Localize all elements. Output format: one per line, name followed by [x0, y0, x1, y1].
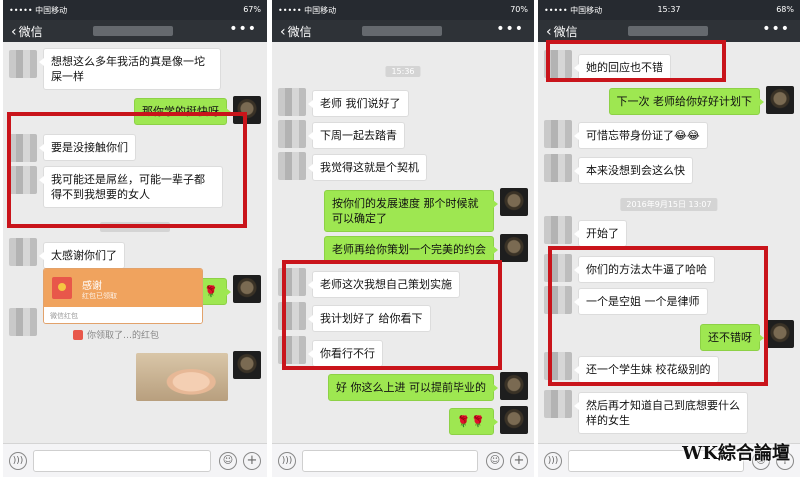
avatar[interactable] [9, 308, 37, 336]
more-button[interactable]: ••• [229, 21, 257, 37]
nav-bar: ‹ 微信 ••• [3, 20, 267, 42]
status-bar: ••••• 中国移动 15:37 68% [538, 0, 800, 20]
input-bar: ))) ☺ + [3, 443, 267, 477]
highlight-box [546, 40, 726, 82]
avatar[interactable] [544, 154, 572, 182]
chat-screen-3: ••••• 中国移动 15:37 68% ‹ 微信 ••• 她的回应也不错 下一… [538, 0, 800, 477]
avatar[interactable] [233, 351, 261, 379]
input-bar: ))) ☺ + [272, 443, 534, 477]
chevron-left-icon: ‹ [280, 23, 286, 40]
message-bubble[interactable]: 下一次 老师给你好好计划下 [608, 88, 764, 115]
photo-message[interactable] [136, 353, 228, 401]
red-packet-icon [52, 277, 72, 299]
contact-name-blurred [362, 26, 442, 36]
chat-screen-1: ••••• 中国移动 67% ‹ 微信 ••• 想想这么多年我活的真是像一坨屎一… [3, 0, 267, 477]
message-bubble[interactable]: 下周一起去踏青 [308, 122, 405, 149]
message-bubble[interactable]: 好 你这么上进 可以提前毕业的 [328, 374, 498, 401]
voice-icon[interactable]: ))) [278, 452, 296, 470]
message-bubble[interactable]: 老师 我们说好了 [308, 90, 409, 117]
avatar[interactable] [233, 275, 261, 303]
nav-bar: ‹ 微信 ••• [272, 20, 534, 42]
avatar[interactable] [500, 406, 528, 434]
system-note: 你领取了…的红包 [73, 328, 159, 341]
chevron-left-icon: ‹ [546, 23, 552, 40]
avatar[interactable] [9, 50, 37, 78]
avatar[interactable] [9, 238, 37, 266]
back-label: 微信 [287, 25, 312, 39]
status-bar: ••••• 中国移动 70% [272, 0, 534, 20]
emoji-icon[interactable]: ☺ [486, 452, 504, 470]
message-bubble[interactable]: 太感谢你们了 [39, 242, 125, 269]
back-label: 微信 [18, 25, 43, 39]
avatar[interactable] [278, 152, 306, 180]
plus-icon[interactable]: + [243, 452, 261, 470]
timestamp: 15:36 [385, 66, 421, 77]
avatar[interactable] [278, 120, 306, 148]
message-bubble[interactable]: 🌹🌹 [448, 408, 499, 435]
red-packet-status: 红包已领取 [82, 292, 117, 300]
voice-icon[interactable]: ))) [9, 452, 27, 470]
back-button[interactable]: ‹ 微信 [546, 23, 578, 40]
avatar[interactable] [544, 216, 572, 244]
message-list[interactable]: 她的回应也不错 下一次 老师给你好好计划下 可惜忘带身份证了😂😂 本来没想到会这… [538, 40, 800, 443]
avatar[interactable] [500, 234, 528, 262]
carrier-label: ••••• 中国移动 [278, 6, 337, 15]
message-bubble[interactable]: 本来没想到会这么快 [574, 157, 693, 184]
voice-icon[interactable]: ))) [544, 452, 562, 470]
system-note-text: 你领取了…的红包 [87, 331, 160, 341]
avatar[interactable] [278, 88, 306, 116]
highlight-box [282, 260, 502, 370]
message-bubble[interactable]: 老师再给你策划一个完美的约会 [324, 236, 498, 263]
message-bubble[interactable]: 然后再才知道自己到底想要什么样的女生 [574, 392, 748, 434]
chevron-left-icon: ‹ [11, 23, 17, 40]
nav-bar: ‹ 微信 ••• [538, 20, 800, 42]
back-label: 微信 [553, 25, 578, 39]
red-packet-icon [73, 329, 83, 340]
back-button[interactable]: ‹ 微信 [11, 23, 43, 40]
message-bubble[interactable]: 可惜忘带身份证了😂😂 [574, 122, 708, 149]
clock: 15:37 [657, 5, 681, 14]
message-input[interactable] [302, 450, 478, 472]
contact-name-blurred [628, 26, 708, 36]
emoji-icon[interactable]: ☺ [219, 452, 237, 470]
timestamp: 2016年9月15日 13:07 [620, 198, 718, 211]
red-packet-card[interactable]: 感谢 红包已领取 微信红包 [43, 268, 203, 324]
battery-label: 68% [776, 5, 794, 14]
message-bubble[interactable]: 我觉得这就是个契机 [308, 154, 427, 181]
message-bubble[interactable]: 按你们的发展速度 那个时候就可以确定了 [324, 190, 498, 232]
highlight-box [548, 246, 768, 386]
red-packet-footer: 微信红包 [44, 307, 202, 323]
watermark: WK綜合論壇 [682, 443, 790, 464]
contact-name-blurred [93, 26, 173, 36]
more-button[interactable]: ••• [762, 21, 790, 37]
avatar[interactable] [766, 86, 794, 114]
status-bar: ••••• 中国移动 67% [3, 0, 267, 20]
more-button[interactable]: ••• [496, 21, 524, 37]
message-list[interactable]: 想想这么多年我活的真是像一坨屎一样 那你学的挺快呀 要是没接触你们 我可能还是屌… [3, 42, 267, 443]
avatar[interactable] [544, 390, 572, 418]
message-list[interactable]: 15:36 老师 我们说好了 下周一起去踏青 我觉得这就是个契机 按你们的发展速… [272, 42, 534, 443]
back-button[interactable]: ‹ 微信 [280, 23, 312, 40]
message-input[interactable] [33, 450, 211, 472]
message-bubble[interactable]: 想想这么多年我活的真是像一坨屎一样 [39, 48, 221, 90]
avatar[interactable] [500, 188, 528, 216]
message-bubble[interactable]: 开始了 [574, 220, 627, 247]
battery-label: 67% [243, 5, 261, 14]
avatar[interactable] [766, 320, 794, 348]
red-packet-title: 感谢 [82, 281, 102, 292]
plus-icon[interactable]: + [510, 452, 528, 470]
chat-screen-2: ••••• 中国移动 70% ‹ 微信 ••• 15:36 老师 我们说好了 下… [272, 0, 534, 477]
battery-label: 70% [510, 5, 528, 14]
carrier-label: ••••• 中国移动 [9, 6, 68, 15]
avatar[interactable] [544, 120, 572, 148]
avatar[interactable] [500, 372, 528, 400]
highlight-box [7, 112, 247, 228]
